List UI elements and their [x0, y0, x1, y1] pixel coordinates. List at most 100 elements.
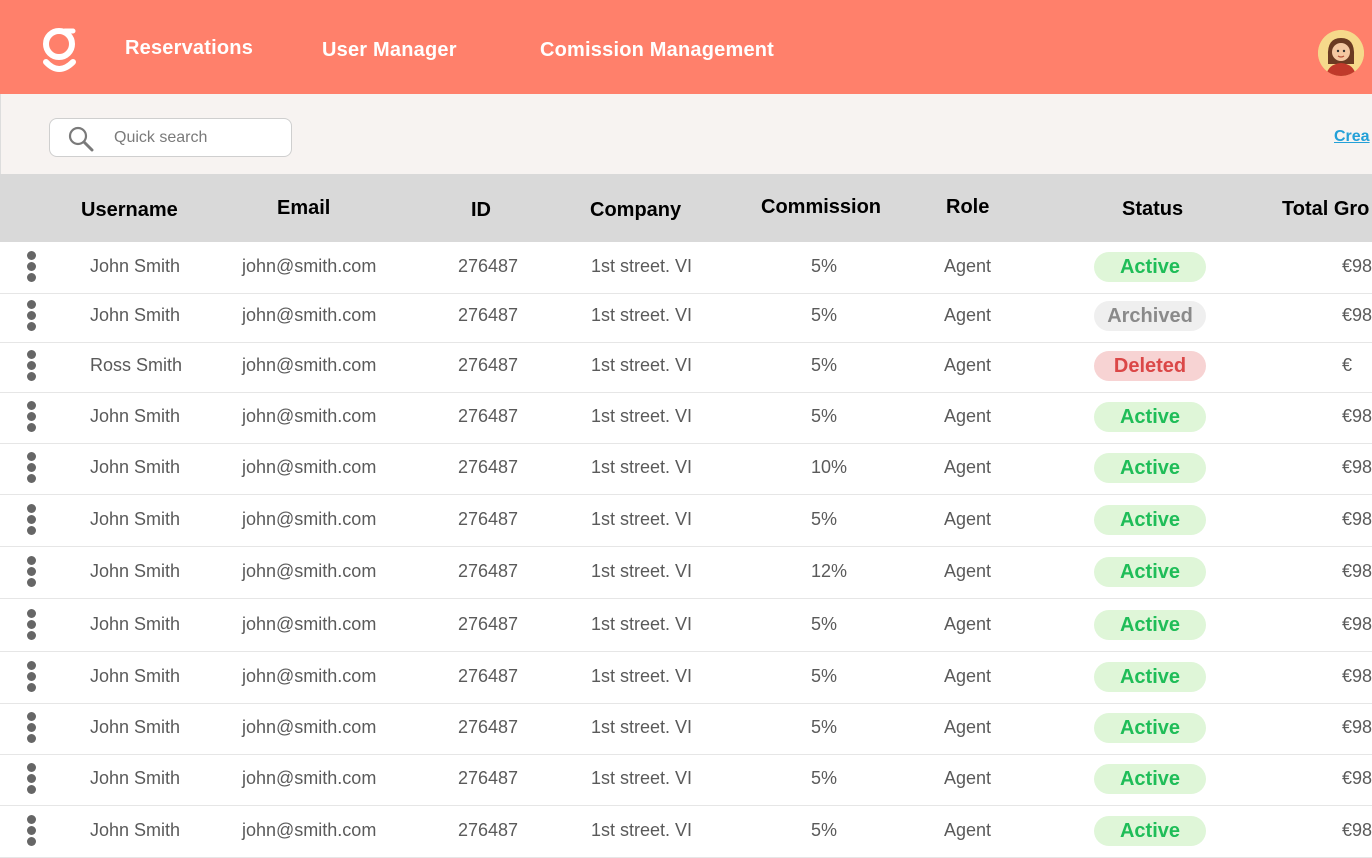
create-link[interactable]: Crea	[1334, 128, 1370, 146]
kebab-menu-icon[interactable]	[24, 350, 38, 382]
cell-id: 276487	[458, 561, 519, 581]
cell-commission: 5%	[811, 614, 838, 634]
cell-email: john@smith.com	[242, 561, 377, 581]
cell-role: Agent	[944, 820, 992, 840]
cell-username: John Smith	[90, 305, 181, 325]
column-header-role[interactable]: Role	[946, 196, 989, 219]
column-header-username[interactable]: Username	[81, 199, 178, 222]
search-input[interactable]	[114, 127, 284, 149]
cell-total-gross: €98	[1342, 666, 1372, 686]
cell-email: john@smith.com	[242, 666, 377, 686]
kebab-menu-icon[interactable]	[24, 556, 38, 588]
status-badge: Active	[1094, 662, 1206, 692]
cell-role: Agent	[944, 561, 992, 581]
cell-id: 276487	[458, 666, 519, 686]
search-icon	[68, 126, 94, 152]
kebab-menu-icon[interactable]	[24, 712, 38, 744]
status-badge: Archived	[1094, 301, 1206, 331]
cell-email: john@smith.com	[242, 256, 377, 276]
cell-total-gross: €98	[1342, 717, 1372, 737]
status-badge: Active	[1094, 610, 1206, 640]
table-row[interactable]: John Smith john@smith.com 276487 1st street…	[0, 652, 1372, 704]
cell-commission: 5%	[811, 256, 838, 276]
cell-email: john@smith.com	[242, 406, 377, 426]
cell-id: 276487	[458, 256, 519, 276]
kebab-menu-icon[interactable]	[24, 661, 38, 693]
cell-email: john@smith.com	[242, 614, 377, 634]
table-row[interactable]: John Smith john@smith.com 276487 1st street…	[0, 291, 1372, 343]
cell-role: Agent	[944, 509, 992, 529]
cell-id: 276487	[458, 768, 519, 788]
cell-id: 276487	[458, 457, 519, 477]
table-row[interactable]: John Smith john@smith.com 276487 1st street…	[0, 242, 1372, 294]
user-avatar[interactable]	[1318, 30, 1364, 76]
cell-id: 276487	[458, 820, 519, 840]
nav-user-manager[interactable]: User Manager	[322, 39, 457, 62]
cell-id: 276487	[458, 305, 519, 325]
kebab-menu-icon[interactable]	[24, 452, 38, 484]
cell-total-gross: €98	[1342, 256, 1372, 276]
nav-comission-management[interactable]: Comission Management	[540, 39, 774, 62]
cell-commission: 5%	[811, 355, 838, 375]
cell-commission: 5%	[811, 305, 838, 325]
table-row[interactable]: John Smith john@smith.com 276487 1st street…	[0, 754, 1372, 806]
cell-total-gross: €98	[1342, 509, 1372, 529]
cell-company: 1st street. VI	[591, 666, 693, 686]
cell-company: 1st street. VI	[591, 768, 693, 788]
cell-role: Agent	[944, 406, 992, 426]
kebab-menu-icon[interactable]	[24, 609, 38, 641]
kebab-menu-icon[interactable]	[24, 401, 38, 433]
cell-commission: 12%	[811, 561, 848, 581]
cell-total-gross: €98	[1342, 406, 1372, 426]
cell-email: john@smith.com	[242, 768, 377, 788]
cell-company: 1st street. VI	[591, 355, 693, 375]
cell-commission: 5%	[811, 768, 838, 788]
kebab-menu-icon[interactable]	[24, 504, 38, 536]
top-nav-bar: Reservations User Manager Comission Mana…	[0, 0, 1372, 94]
table-row[interactable]: John Smith john@smith.com 276487 1st street…	[0, 703, 1372, 755]
table-row[interactable]: John Smith john@smith.com 276487 1st street…	[0, 495, 1372, 547]
cell-total-gross: €98	[1342, 768, 1372, 788]
brand-logo-icon[interactable]	[40, 24, 80, 74]
status-badge: Active	[1094, 557, 1206, 587]
cell-commission: 5%	[811, 406, 838, 426]
column-header-status[interactable]: Status	[1122, 198, 1183, 221]
cell-company: 1st street. VI	[591, 256, 693, 276]
column-header-total-gross[interactable]: Total Gro	[1282, 198, 1369, 221]
cell-company: 1st street. VI	[591, 406, 693, 426]
column-header-commission[interactable]: Commission	[761, 196, 881, 219]
cell-email: john@smith.com	[242, 457, 377, 477]
kebab-menu-icon[interactable]	[24, 300, 38, 332]
status-badge: Active	[1094, 402, 1206, 432]
cell-total-gross: €98	[1342, 457, 1372, 477]
table-row[interactable]: John Smith john@smith.com 276487 1st street…	[0, 806, 1372, 858]
table-row[interactable]: Ross Smith john@smith.com 276487 1st street…	[0, 341, 1372, 393]
kebab-menu-icon[interactable]	[24, 763, 38, 795]
table-row[interactable]: John Smith john@smith.com 276487 1st street…	[0, 443, 1372, 495]
cell-username: John Smith	[90, 666, 181, 686]
cell-role: Agent	[944, 666, 992, 686]
cell-id: 276487	[458, 406, 519, 426]
cell-id: 276487	[458, 355, 519, 375]
cell-email: john@smith.com	[242, 717, 377, 737]
search-box[interactable]	[49, 118, 292, 157]
kebab-menu-icon[interactable]	[24, 251, 38, 283]
cell-commission: 5%	[811, 717, 838, 737]
table-row[interactable]: John Smith john@smith.com 276487 1st street…	[0, 392, 1372, 444]
column-header-email[interactable]: Email	[277, 197, 330, 220]
column-header-id[interactable]: ID	[471, 199, 491, 222]
cell-company: 1st street. VI	[591, 509, 693, 529]
cell-total-gross: €98	[1342, 305, 1372, 325]
table-row[interactable]: John Smith john@smith.com 276487 1st street…	[0, 600, 1372, 652]
cell-total-gross: €98	[1342, 561, 1372, 581]
column-header-company[interactable]: Company	[590, 199, 681, 222]
cell-username: John Smith	[90, 509, 181, 529]
cell-username: John Smith	[90, 820, 181, 840]
cell-total-gross: €	[1342, 355, 1353, 375]
cell-commission: 5%	[811, 509, 838, 529]
cell-id: 276487	[458, 509, 519, 529]
kebab-menu-icon[interactable]	[24, 815, 38, 847]
cell-email: john@smith.com	[242, 820, 377, 840]
nav-reservations[interactable]: Reservations	[125, 37, 253, 60]
table-row[interactable]: John Smith john@smith.com 276487 1st street…	[0, 547, 1372, 599]
